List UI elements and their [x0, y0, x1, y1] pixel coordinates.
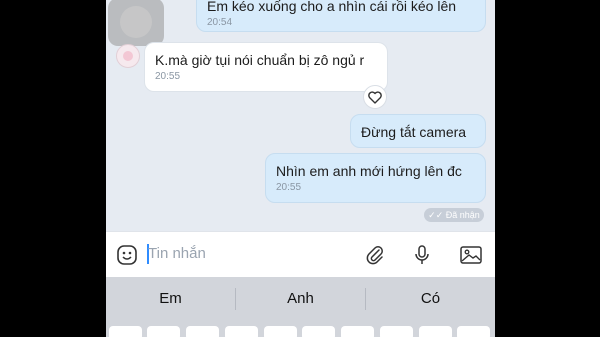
message-time: 20:55: [155, 71, 181, 82]
keyboard: Em Anh Có: [106, 277, 495, 337]
suggestion-item[interactable]: Em: [106, 277, 235, 321]
image-icon[interactable]: [459, 244, 482, 266]
suggestion-item[interactable]: Anh: [236, 277, 365, 321]
message-bubble-outgoing[interactable]: Đừng tắt camera: [350, 114, 486, 148]
keyboard-key[interactable]: [186, 326, 219, 337]
keyboard-key[interactable]: [225, 326, 258, 337]
attach-icon[interactable]: [364, 244, 386, 266]
message-bubble-incoming[interactable]: K.mà giờ tụi nói chuẩn bị zô ngủ r 20:55: [144, 42, 388, 92]
mic-icon[interactable]: [411, 244, 433, 266]
message-bubble-outgoing[interactable]: Nhìn em anh mới hứng lên đc 20:55: [265, 153, 486, 203]
suggestion-item[interactable]: Có: [366, 277, 495, 321]
phone-screen: Em kéo xuống cho a nhìn cái rồi kéo lên …: [106, 0, 495, 337]
keyboard-key[interactable]: [109, 326, 142, 337]
keyboard-key[interactable]: [457, 326, 490, 337]
message-time: 20:54: [207, 17, 233, 28]
message-text: K.mà giờ tụi nói chuẩn bị zô ngủ r: [155, 52, 365, 68]
keyboard-key[interactable]: [302, 326, 335, 337]
keyboard-key[interactable]: [341, 326, 374, 337]
message-time: 20:55: [276, 182, 302, 193]
heart-icon[interactable]: [363, 85, 387, 109]
keyboard-key[interactable]: [419, 326, 452, 337]
overlay-circle-icon: [120, 6, 152, 38]
status-badge: ✓✓ Đã nhận: [424, 208, 484, 222]
keyboard-key[interactable]: [264, 326, 297, 337]
status-label: Đã nhận: [445, 210, 480, 220]
message-text: Nhìn em anh mới hứng lên đc: [276, 163, 462, 179]
chat-area[interactable]: Em kéo xuống cho a nhìn cái rồi kéo lên …: [106, 0, 495, 231]
keyboard-key[interactable]: [380, 326, 413, 337]
message-text: Em kéo xuống cho a nhìn cái rồi kéo lên: [207, 0, 457, 14]
floating-assistive-button[interactable]: [108, 0, 164, 46]
double-check-icon: ✓✓: [428, 210, 444, 220]
message-composer: Tin nhắn: [106, 231, 495, 278]
sticker-icon[interactable]: [116, 244, 138, 266]
message-input[interactable]: Tin nhắn: [148, 245, 206, 262]
keyboard-key[interactable]: [147, 326, 180, 337]
keyboard-suggestions: Em Anh Có: [106, 277, 495, 321]
message-bubble-outgoing[interactable]: Em kéo xuống cho a nhìn cái rồi kéo lên …: [196, 0, 486, 32]
avatar[interactable]: [116, 44, 140, 68]
message-text: Đừng tắt camera: [361, 124, 467, 140]
